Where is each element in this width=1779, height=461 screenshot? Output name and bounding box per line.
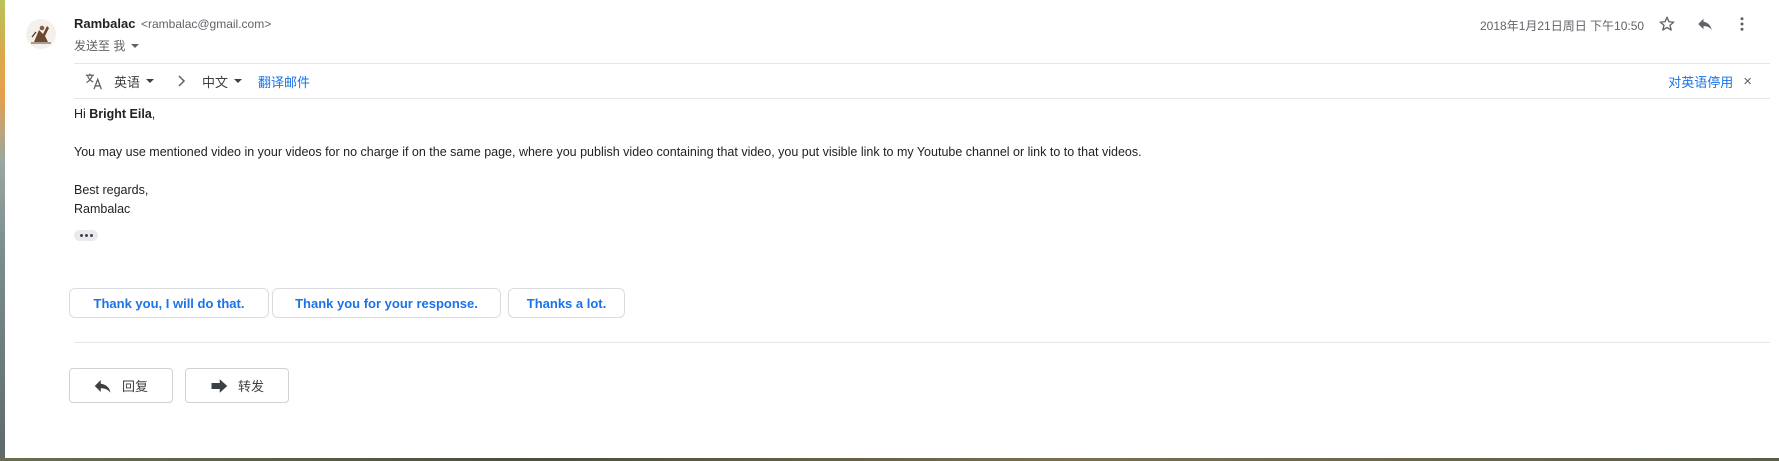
translate-icon [84,72,104,90]
translate-message-link[interactable]: 翻译邮件 [258,72,310,91]
chevron-right-icon [176,75,186,87]
more-options-button[interactable] [1731,13,1753,35]
caret-down-icon [234,79,243,83]
translate-bar: 英语 中文 翻译邮件 对英语停用 × [74,63,1770,99]
smart-reply-chip[interactable]: Thanks a lot. [508,288,625,318]
message-paragraph: You may use mentioned video in your vide… [74,145,1142,159]
sender-avatar[interactable] [25,18,57,50]
forward-icon [211,378,228,393]
reply-icon [1698,18,1712,30]
greeting: Hi Bright Eila, [74,107,155,121]
disable-translation-link[interactable]: 对英语停用 [1668,72,1733,91]
target-language-select[interactable]: 中文 [202,72,243,91]
translate-bar-right: 对英语停用 × [1668,64,1752,98]
sender-email: <rambalac@gmail.com> [141,17,272,31]
show-trimmed-content-button[interactable] [74,230,98,241]
smart-reply-chip[interactable]: Thank you for your response. [272,288,501,318]
close-icon[interactable]: × [1743,73,1752,90]
reply-action-button[interactable]: 回复 [69,368,173,403]
recipient-label: 发送至 我 [74,39,126,53]
forward-action-label: 转发 [237,379,264,394]
reply-icon [94,379,111,393]
caret-down-icon [131,43,140,48]
more-vert-icon [1740,17,1744,31]
star-outline-icon [1659,16,1675,31]
source-language-select[interactable]: 英语 [114,72,155,91]
email-message-card: Rambalac <rambalac@gmail.com> 发送至 我 2018… [5,0,1779,458]
star-button[interactable] [1656,13,1678,35]
smart-reply-chip[interactable]: Thank you, I will do that. [69,288,269,318]
source-language-label: 英语 [114,74,141,90]
reply-button[interactable] [1694,13,1716,35]
greeting-name: Bright Eila [89,107,152,121]
divider [74,342,1770,343]
sender-name[interactable]: Rambalac [74,16,135,31]
message-date: 2018年1月21日周日 下午10:50 [1480,19,1645,33]
greeting-prefix: Hi [74,107,90,121]
signature: Rambalac [74,202,131,216]
recipient-details-toggle[interactable]: 发送至 我 [74,37,140,54]
closing-line: Best regards, [74,183,149,197]
reply-action-label: 回复 [121,379,148,394]
greeting-suffix: , [151,107,156,121]
target-language-label: 中文 [202,74,229,90]
forward-action-button[interactable]: 转发 [185,368,289,403]
caret-down-icon [146,79,155,83]
